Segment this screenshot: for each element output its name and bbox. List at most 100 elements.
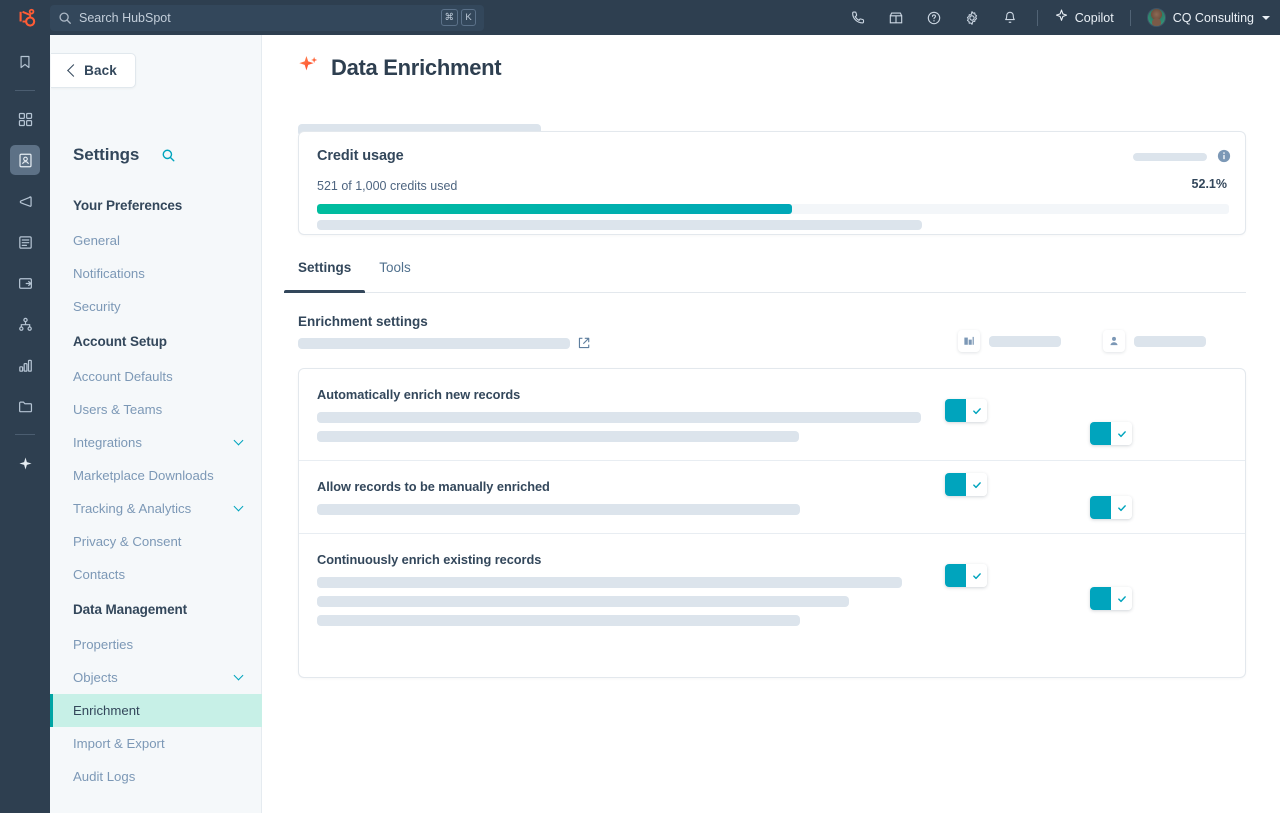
account-menu[interactable]: CQ Consulting xyxy=(1139,8,1270,27)
divider xyxy=(1037,10,1038,26)
enrichment-settings-rows: Automatically enrich new records xyxy=(298,368,1246,678)
column-header-contact xyxy=(1103,330,1206,352)
setting-row: Allow records to be manually enriched xyxy=(299,460,1245,515)
credit-usage-progress-track xyxy=(317,204,1229,214)
page-header: Data Enrichment xyxy=(298,54,501,81)
back-button-label: Back xyxy=(84,63,117,78)
setting-row-toggles xyxy=(945,399,1245,445)
toggle-knob xyxy=(966,399,987,422)
workspaces-grid-icon[interactable] xyxy=(10,104,40,134)
top-nav-actions: Copilot CQ Consulting xyxy=(839,0,1280,35)
sidebar-item-label: Users & Teams xyxy=(73,402,248,417)
commerce-icon[interactable] xyxy=(10,268,40,298)
notifications-bell-icon[interactable] xyxy=(991,0,1029,35)
global-search[interactable]: ⌘ K xyxy=(50,5,484,31)
info-icon[interactable] xyxy=(1217,149,1231,163)
toggle-company-continuous-enrich[interactable] xyxy=(945,564,987,587)
left-icon-rail xyxy=(0,35,50,813)
sidebar-item-label: Objects xyxy=(73,670,235,685)
sidebar-item-integrations[interactable]: Integrations xyxy=(50,426,262,459)
settings-sidebar: Back Settings Your Preferences General N… xyxy=(50,35,262,813)
toggle-track xyxy=(1090,587,1111,610)
toggle-company-auto-enrich[interactable] xyxy=(945,399,987,422)
phone-icon[interactable] xyxy=(839,0,877,35)
search-icon xyxy=(58,11,72,25)
sidebar-item-label: Enrichment xyxy=(73,703,248,718)
enrichment-settings-description-skeleton xyxy=(298,338,570,349)
settings-header: Settings xyxy=(73,145,249,165)
sidebar-item-properties[interactable]: Properties xyxy=(50,628,262,661)
credit-usage-progress-fill xyxy=(317,204,792,214)
sidebar-item-label: General xyxy=(73,233,248,248)
tab-settings[interactable]: Settings xyxy=(284,260,365,292)
chevron-left-icon xyxy=(67,64,80,77)
search-input[interactable] xyxy=(79,8,441,28)
shortcut-cmd-key: ⌘ xyxy=(441,9,459,27)
sidebar-item-account-defaults[interactable]: Account Defaults xyxy=(50,360,262,393)
toggle-contact-continuous-enrich[interactable] xyxy=(1090,587,1132,610)
chevron-down-icon xyxy=(234,436,244,446)
toggle-knob xyxy=(1111,587,1132,610)
search-icon[interactable] xyxy=(161,148,176,163)
tab-tools[interactable]: Tools xyxy=(365,260,425,292)
sidebar-item-contacts[interactable] xyxy=(10,145,40,175)
hubspot-logo[interactable] xyxy=(0,0,50,35)
credit-card-header-skeleton xyxy=(1133,153,1207,161)
sidebar-item-marketplace-downloads[interactable]: Marketplace Downloads xyxy=(50,459,262,492)
divider xyxy=(15,434,35,435)
top-navigation-bar: ⌘ K Copilot CQ Consulting xyxy=(0,0,1280,35)
sidebar-item-label: Contacts xyxy=(73,567,248,582)
settings-gear-icon[interactable] xyxy=(953,0,991,35)
sidebar-item-general[interactable]: General xyxy=(50,224,262,257)
copilot-label: Copilot xyxy=(1075,11,1114,25)
sidebar-item-privacy-consent[interactable]: Privacy & Consent xyxy=(50,525,262,558)
marketing-megaphone-icon[interactable] xyxy=(10,186,40,216)
search-shortcut-hint: ⌘ K xyxy=(441,9,477,27)
toggle-contact-manual-enrich[interactable] xyxy=(1090,496,1132,519)
chevron-down-icon xyxy=(1262,16,1270,20)
column-header-company xyxy=(958,330,1061,352)
nav-section-heading: Account Setup xyxy=(50,323,262,360)
sidebar-item-audit-logs[interactable]: Audit Logs xyxy=(50,760,262,793)
help-icon[interactable] xyxy=(915,0,953,35)
page-title: Settings xyxy=(73,145,139,165)
sidebar-item-label: Audit Logs xyxy=(73,769,248,784)
content-icon[interactable] xyxy=(10,227,40,257)
credit-usage-title: Credit usage xyxy=(317,148,404,164)
reporting-icon[interactable] xyxy=(10,350,40,380)
sidebar-item-label: Notifications xyxy=(73,266,248,281)
sidebar-item-label: Integrations xyxy=(73,435,235,450)
sparkle-icon xyxy=(1054,8,1069,28)
back-button[interactable]: Back xyxy=(51,53,136,88)
sidebar-item-label: Security xyxy=(73,299,248,314)
external-link-icon[interactable] xyxy=(577,336,591,350)
avatar xyxy=(1147,8,1166,27)
sidebar-item-tracking-analytics[interactable]: Tracking & Analytics xyxy=(50,492,262,525)
sidebar-item-objects[interactable]: Objects xyxy=(50,661,262,694)
sidebar-item-security[interactable]: Security xyxy=(50,290,262,323)
library-folder-icon[interactable] xyxy=(10,391,40,421)
toggle-contact-auto-enrich[interactable] xyxy=(1090,422,1132,445)
sidebar-item-import-export[interactable]: Import & Export xyxy=(50,727,262,760)
ai-sparkle-icon xyxy=(298,54,320,81)
divider xyxy=(1130,10,1131,26)
sidebar-item-notifications[interactable]: Notifications xyxy=(50,257,262,290)
toggle-knob xyxy=(1111,422,1132,445)
marketplace-icon[interactable] xyxy=(877,0,915,35)
toggle-knob xyxy=(966,473,987,496)
copilot-button[interactable]: Copilot xyxy=(1046,0,1122,35)
toggle-track xyxy=(945,399,966,422)
toggle-company-manual-enrich[interactable] xyxy=(945,473,987,496)
nav-section-heading: Your Preferences xyxy=(50,187,262,224)
sidebar-item-users-teams[interactable]: Users & Teams xyxy=(50,393,262,426)
toggle-knob xyxy=(966,564,987,587)
nav-section-heading: Data Management xyxy=(50,591,262,628)
sidebar-item-contacts[interactable]: Contacts xyxy=(50,558,262,591)
settings-nav-list: Your Preferences General Notifications S… xyxy=(50,187,262,793)
bookmark-icon[interactable] xyxy=(10,47,40,77)
automation-icon[interactable] xyxy=(10,309,40,339)
main-content: Data Enrichment Credit usage 521 of 1,00… xyxy=(263,35,1280,813)
sidebar-item-enrichment[interactable]: Enrichment xyxy=(50,694,262,727)
ai-sparkle-icon[interactable] xyxy=(10,448,40,478)
credit-usage-card: Credit usage 521 of 1,000 credits used 5… xyxy=(298,131,1246,235)
